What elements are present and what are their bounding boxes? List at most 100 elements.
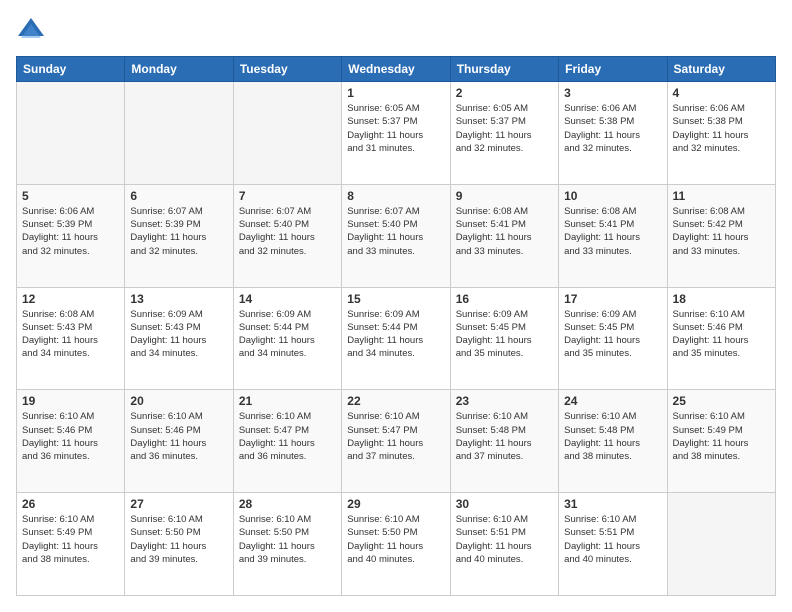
day-info: Sunrise: 6:09 AMSunset: 5:43 PMDaylight:… xyxy=(130,308,227,361)
calendar-cell: 2 Sunrise: 6:05 AMSunset: 5:37 PMDaylight… xyxy=(450,82,558,185)
day-info: Sunrise: 6:10 AMSunset: 5:46 PMDaylight:… xyxy=(130,410,227,463)
day-info: Sunrise: 6:06 AMSunset: 5:38 PMDaylight:… xyxy=(673,102,770,155)
day-number: 10 xyxy=(564,189,661,203)
day-number: 20 xyxy=(130,394,227,408)
logo xyxy=(16,16,50,46)
calendar-cell: 13Sunrise: 6:09 AMSunset: 5:43 PMDayligh… xyxy=(125,287,233,390)
calendar-cell: 15 Sunrise: 6:09 AMSunset: 5:44 PMDayligh… xyxy=(342,287,450,390)
calendar-cell: 7Sunrise: 6:07 AMSunset: 5:40 PMDaylight… xyxy=(233,184,341,287)
day-number: 6 xyxy=(130,189,227,203)
day-info: Sunrise: 6:10 AMSunset: 5:49 PMDaylight:… xyxy=(22,513,119,566)
calendar-cell: 24 Sunrise: 6:10 AMSunset: 5:48 PMDayligh… xyxy=(559,390,667,493)
day-number: 9 xyxy=(456,189,553,203)
day-info: Sunrise: 6:06 AMSunset: 5:39 PMDaylight:… xyxy=(22,205,119,258)
week-row-2: 12 Sunrise: 6:08 AMSunset: 5:43 PMDayligh… xyxy=(17,287,776,390)
weekday-header-tuesday: Tuesday xyxy=(233,57,341,82)
calendar-cell: 4 Sunrise: 6:06 AMSunset: 5:38 PMDaylight… xyxy=(667,82,775,185)
day-info: Sunrise: 6:07 AMSunset: 5:40 PMDaylight:… xyxy=(239,205,336,258)
day-info: Sunrise: 6:10 AMSunset: 5:46 PMDaylight:… xyxy=(22,410,119,463)
weekday-header-row: SundayMondayTuesdayWednesdayThursdayFrid… xyxy=(17,57,776,82)
weekday-header-thursday: Thursday xyxy=(450,57,558,82)
weekday-header-monday: Monday xyxy=(125,57,233,82)
day-number: 5 xyxy=(22,189,119,203)
calendar-cell: 25 Sunrise: 6:10 AMSunset: 5:49 PMDayligh… xyxy=(667,390,775,493)
calendar-table: SundayMondayTuesdayWednesdayThursdayFrid… xyxy=(16,56,776,596)
week-row-3: 19 Sunrise: 6:10 AMSunset: 5:46 PMDayligh… xyxy=(17,390,776,493)
logo-icon xyxy=(16,16,46,46)
calendar-cell xyxy=(667,493,775,596)
day-number: 17 xyxy=(564,292,661,306)
day-number: 8 xyxy=(347,189,444,203)
day-info: Sunrise: 6:10 AMSunset: 5:47 PMDaylight:… xyxy=(239,410,336,463)
day-number: 28 xyxy=(239,497,336,511)
day-info: Sunrise: 6:09 AMSunset: 5:45 PMDaylight:… xyxy=(456,308,553,361)
calendar-cell: 22 Sunrise: 6:10 AMSunset: 5:47 PMDayligh… xyxy=(342,390,450,493)
day-info: Sunrise: 6:10 AMSunset: 5:48 PMDaylight:… xyxy=(456,410,553,463)
day-number: 19 xyxy=(22,394,119,408)
header xyxy=(16,16,776,46)
calendar-cell: 3 Sunrise: 6:06 AMSunset: 5:38 PMDaylight… xyxy=(559,82,667,185)
day-number: 15 xyxy=(347,292,444,306)
day-number: 30 xyxy=(456,497,553,511)
weekday-header-sunday: Sunday xyxy=(17,57,125,82)
calendar-cell: 27 Sunrise: 6:10 AMSunset: 5:50 PMDayligh… xyxy=(125,493,233,596)
weekday-header-wednesday: Wednesday xyxy=(342,57,450,82)
calendar-cell: 14Sunrise: 6:09 AMSunset: 5:44 PMDayligh… xyxy=(233,287,341,390)
day-info: Sunrise: 6:09 AMSunset: 5:45 PMDaylight:… xyxy=(564,308,661,361)
day-number: 12 xyxy=(22,292,119,306)
calendar-cell: 8 Sunrise: 6:07 AMSunset: 5:40 PMDaylight… xyxy=(342,184,450,287)
day-number: 3 xyxy=(564,86,661,100)
calendar-cell: 30 Sunrise: 6:10 AMSunset: 5:51 PMDayligh… xyxy=(450,493,558,596)
day-info: Sunrise: 6:08 AMSunset: 5:41 PMDaylight:… xyxy=(564,205,661,258)
week-row-1: 5 Sunrise: 6:06 AMSunset: 5:39 PMDaylight… xyxy=(17,184,776,287)
calendar-cell: 19 Sunrise: 6:10 AMSunset: 5:46 PMDayligh… xyxy=(17,390,125,493)
day-number: 14 xyxy=(239,292,336,306)
calendar-cell: 31 Sunrise: 6:10 AMSunset: 5:51 PMDayligh… xyxy=(559,493,667,596)
day-number: 16 xyxy=(456,292,553,306)
calendar-cell: 26Sunrise: 6:10 AMSunset: 5:49 PMDayligh… xyxy=(17,493,125,596)
day-info: Sunrise: 6:05 AMSunset: 5:37 PMDaylight:… xyxy=(456,102,553,155)
day-number: 22 xyxy=(347,394,444,408)
calendar-cell: 5 Sunrise: 6:06 AMSunset: 5:39 PMDaylight… xyxy=(17,184,125,287)
day-number: 2 xyxy=(456,86,553,100)
day-info: Sunrise: 6:08 AMSunset: 5:41 PMDaylight:… xyxy=(456,205,553,258)
calendar-cell: 10 Sunrise: 6:08 AMSunset: 5:41 PMDayligh… xyxy=(559,184,667,287)
day-info: Sunrise: 6:07 AMSunset: 5:40 PMDaylight:… xyxy=(347,205,444,258)
calendar-cell: 9 Sunrise: 6:08 AMSunset: 5:41 PMDaylight… xyxy=(450,184,558,287)
day-info: Sunrise: 6:10 AMSunset: 5:50 PMDaylight:… xyxy=(347,513,444,566)
day-number: 27 xyxy=(130,497,227,511)
day-info: Sunrise: 6:10 AMSunset: 5:49 PMDaylight:… xyxy=(673,410,770,463)
calendar-cell xyxy=(233,82,341,185)
day-info: Sunrise: 6:05 AMSunset: 5:37 PMDaylight:… xyxy=(347,102,444,155)
calendar-cell xyxy=(17,82,125,185)
day-info: Sunrise: 6:10 AMSunset: 5:46 PMDaylight:… xyxy=(673,308,770,361)
calendar-cell: 11Sunrise: 6:08 AMSunset: 5:42 PMDayligh… xyxy=(667,184,775,287)
calendar-cell: 18 Sunrise: 6:10 AMSunset: 5:46 PMDayligh… xyxy=(667,287,775,390)
day-info: Sunrise: 6:07 AMSunset: 5:39 PMDaylight:… xyxy=(130,205,227,258)
day-info: Sunrise: 6:06 AMSunset: 5:38 PMDaylight:… xyxy=(564,102,661,155)
day-number: 1 xyxy=(347,86,444,100)
day-number: 23 xyxy=(456,394,553,408)
day-number: 24 xyxy=(564,394,661,408)
calendar-cell: 1 Sunrise: 6:05 AMSunset: 5:37 PMDaylight… xyxy=(342,82,450,185)
day-info: Sunrise: 6:08 AMSunset: 5:43 PMDaylight:… xyxy=(22,308,119,361)
day-info: Sunrise: 6:09 AMSunset: 5:44 PMDaylight:… xyxy=(347,308,444,361)
day-number: 31 xyxy=(564,497,661,511)
day-number: 21 xyxy=(239,394,336,408)
day-number: 4 xyxy=(673,86,770,100)
day-info: Sunrise: 6:10 AMSunset: 5:51 PMDaylight:… xyxy=(564,513,661,566)
day-number: 18 xyxy=(673,292,770,306)
day-info: Sunrise: 6:10 AMSunset: 5:50 PMDaylight:… xyxy=(130,513,227,566)
day-info: Sunrise: 6:10 AMSunset: 5:50 PMDaylight:… xyxy=(239,513,336,566)
weekday-header-friday: Friday xyxy=(559,57,667,82)
calendar-cell: 20 Sunrise: 6:10 AMSunset: 5:46 PMDayligh… xyxy=(125,390,233,493)
calendar-cell: 12 Sunrise: 6:08 AMSunset: 5:43 PMDayligh… xyxy=(17,287,125,390)
day-number: 25 xyxy=(673,394,770,408)
day-info: Sunrise: 6:08 AMSunset: 5:42 PMDaylight:… xyxy=(673,205,770,258)
day-info: Sunrise: 6:10 AMSunset: 5:48 PMDaylight:… xyxy=(564,410,661,463)
weekday-header-saturday: Saturday xyxy=(667,57,775,82)
day-info: Sunrise: 6:10 AMSunset: 5:47 PMDaylight:… xyxy=(347,410,444,463)
calendar-cell xyxy=(125,82,233,185)
day-number: 29 xyxy=(347,497,444,511)
day-info: Sunrise: 6:10 AMSunset: 5:51 PMDaylight:… xyxy=(456,513,553,566)
